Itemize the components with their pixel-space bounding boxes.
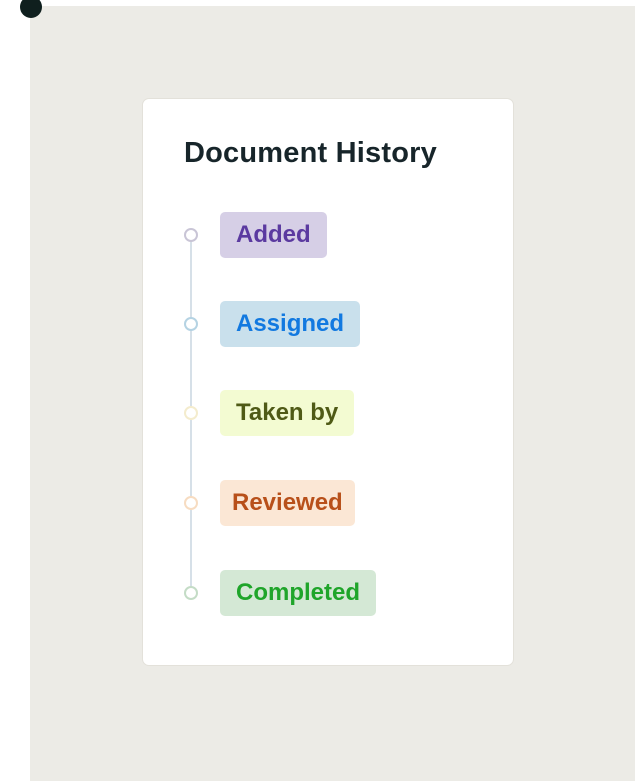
status-badge-added: Added (220, 212, 327, 258)
card-title: Document History (184, 137, 437, 169)
status-badge-assigned: Assigned (220, 301, 361, 347)
timeline-node-taken-by (184, 406, 198, 420)
timeline-node-added (184, 228, 198, 242)
document-history-card: Document History Added Assigned Taken by… (142, 98, 514, 666)
timeline-node-assigned (184, 317, 198, 331)
timeline-node-completed (184, 586, 198, 600)
status-badge-completed: Completed (220, 570, 377, 616)
status-badge-taken-by: Taken by (220, 390, 355, 436)
status-badge-reviewed: Reviewed (220, 480, 355, 526)
timeline-node-reviewed (184, 496, 198, 510)
